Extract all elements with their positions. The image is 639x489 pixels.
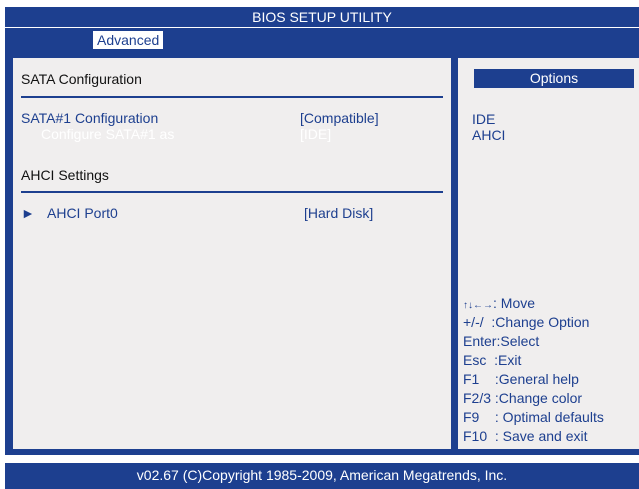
help-line-general-help: F1 :General help xyxy=(463,371,579,387)
option-ide[interactable]: IDE xyxy=(472,111,495,127)
section-divider xyxy=(21,96,443,98)
sata1-configuration-value[interactable]: [Compatible] xyxy=(300,110,379,126)
help-line-change-option: +/-/ :Change Option xyxy=(463,314,590,330)
tab-advanced[interactable]: Advanced xyxy=(93,31,164,49)
arrow-keys-icon: ↑↓←→ xyxy=(463,300,493,311)
title-bar: BIOS SETUP UTILITY xyxy=(5,7,639,27)
copyright-text: v02.67 (C)Copyright 1985-2009, American … xyxy=(136,467,508,483)
help-line-move: ↑↓←→: Move xyxy=(463,295,535,314)
help-line-save-exit: F10 : Save and exit xyxy=(463,428,588,444)
submenu-arrow-icon: ► xyxy=(21,205,35,221)
ahci-port0-label[interactable]: AHCI Port0 xyxy=(47,205,118,221)
menu-bar: Advanced xyxy=(5,28,639,49)
section-title: SATA Configuration xyxy=(21,71,142,87)
sata1-configuration-label[interactable]: SATA#1 Configuration xyxy=(21,110,158,126)
settings-panel: SATA Configuration SATA#1 Configuration … xyxy=(12,57,452,450)
ahci-settings-title: AHCI Settings xyxy=(21,167,109,183)
ahci-divider xyxy=(21,191,443,193)
help-line-optimal-defaults: F9 : Optimal defaults xyxy=(463,409,604,425)
configure-sata1-value[interactable]: [IDE] xyxy=(300,126,331,142)
help-line-select: Enter:Select xyxy=(463,333,540,349)
option-ahci[interactable]: AHCI xyxy=(472,127,505,143)
help-line-exit: Esc :Exit xyxy=(463,352,522,368)
options-header: Options xyxy=(474,69,634,88)
ahci-port0-value[interactable]: [Hard Disk] xyxy=(304,205,373,221)
help-line-change-color: F2/3 :Change color xyxy=(463,390,583,406)
copyright-footer: v02.67 (C)Copyright 1985-2009, American … xyxy=(5,463,639,489)
help-panel: Options IDE AHCI ↑↓←→: Move +/-/ :Change… xyxy=(457,57,639,450)
configure-sata1-label[interactable]: Configure SATA#1 as xyxy=(41,126,174,142)
app-title: BIOS SETUP UTILITY xyxy=(252,9,392,25)
